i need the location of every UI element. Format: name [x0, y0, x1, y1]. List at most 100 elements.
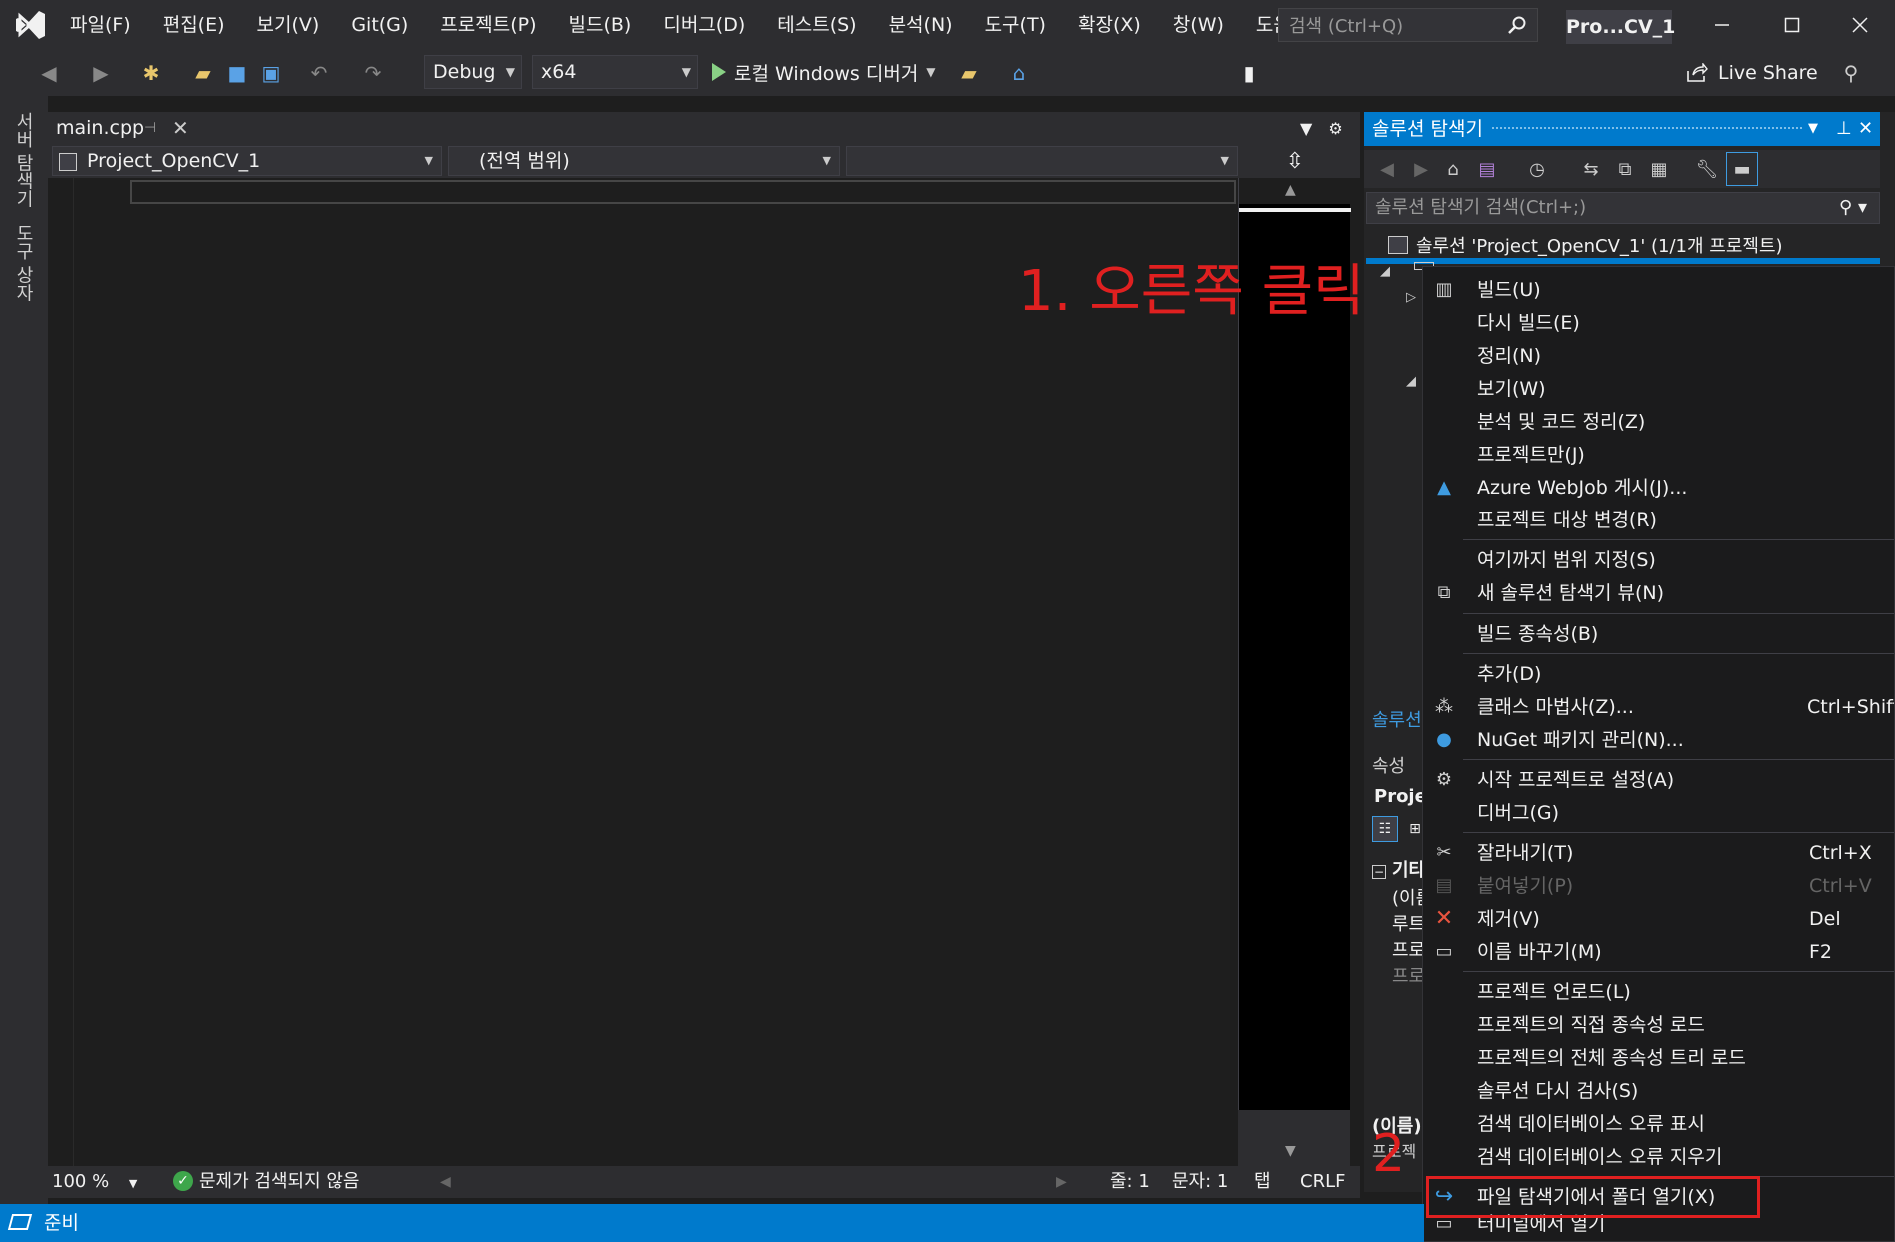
solution-explorer-search-input[interactable]: 솔루션 탐색기 검색(Ctrl+;) ⚲ ▾ [1366, 192, 1880, 224]
collapse-all-icon[interactable]: ⧉ [1612, 156, 1638, 182]
menu-extensions[interactable]: 확장(X) [1062, 0, 1157, 50]
menu-item-build-dependencies[interactable]: 빌드 종속성(B) [1423, 619, 1894, 649]
maximize-button[interactable] [1762, 0, 1822, 50]
menu-item-class-wizard[interactable]: ⁂ 클래스 마법사(Z)... Ctrl+Shift+ [1423, 692, 1894, 722]
menu-item-clear-db-errors[interactable]: 검색 데이터베이스 오류 지우기 [1423, 1142, 1894, 1172]
wrench-icon[interactable]: 🔧︎ [1694, 156, 1720, 182]
menu-view[interactable]: 보기(V) [241, 0, 336, 50]
scroll-down-icon[interactable]: ▼ [1285, 1143, 1296, 1159]
configuration-select[interactable]: Debug ▼ [424, 55, 522, 89]
minimize-button[interactable] [1692, 0, 1752, 50]
menu-tools[interactable]: 도구(T) [969, 0, 1062, 50]
menu-item-load-direct-deps[interactable]: 프로젝트의 직접 종속성 로드 [1423, 1010, 1894, 1040]
property-row[interactable]: 프로 [1392, 936, 1425, 962]
menu-item-project-only[interactable]: 프로젝트만(J) [1423, 440, 1894, 470]
scroll-up-icon[interactable]: ▲ [1285, 182, 1296, 198]
scroll-left-icon[interactable]: ◀ [440, 1166, 451, 1198]
menu-item-show-db-errors[interactable]: 검색 데이터베이스 오류 표시 [1423, 1109, 1894, 1139]
new-project-icon[interactable]: ✱ [138, 60, 164, 86]
menu-file[interactable]: 파일(F) [54, 0, 147, 50]
menu-item-new-explorer-view[interactable]: ⧉ 새 솔루션 탐색기 뷰(N) [1423, 578, 1894, 608]
scroll-right-icon[interactable]: ▶ [1056, 1166, 1067, 1198]
forward-icon[interactable]: ▶ [88, 60, 114, 86]
expand-arrow-icon[interactable]: ◢ [1406, 374, 1416, 389]
close-window-button[interactable] [1830, 0, 1890, 50]
menu-item-debug[interactable]: 디버그(G) [1423, 798, 1894, 828]
menu-item-nuget[interactable]: ● NuGet 패키지 관리(N)... [1423, 725, 1894, 755]
redo-icon[interactable]: ↷ [360, 60, 386, 86]
menu-item-unload-project[interactable]: 프로젝트 언로드(L) [1423, 977, 1894, 1007]
menu-item-remove[interactable]: ✕ 제거(V) Del [1423, 904, 1894, 934]
pin-icon[interactable]: ⊥ [1836, 112, 1852, 146]
pending-changes-icon[interactable]: ◷ [1524, 156, 1550, 182]
solution-explorer-tab[interactable]: 솔루션 [1372, 706, 1422, 732]
menu-item-rescan-solution[interactable]: 솔루션 다시 검사(S) [1423, 1076, 1894, 1106]
solution-node[interactable]: 솔루션 'Project_OpenCV_1' (1/1개 프로젝트) [1388, 232, 1783, 258]
bookmark-icon[interactable]: ▮ [1236, 60, 1262, 86]
home-icon[interactable]: ⌂ [1440, 156, 1466, 182]
menu-item-set-startup[interactable]: ⚙ 시작 프로젝트로 설정(A) [1423, 765, 1894, 795]
menu-build[interactable]: 빌드(B) [553, 0, 648, 50]
live-share-button[interactable]: Live Share [1686, 58, 1818, 88]
tab-dropdown-icon[interactable]: ▼ [1300, 119, 1312, 138]
solution-folder-icon[interactable]: ▰ [956, 60, 982, 86]
forward-icon[interactable]: ▶ [1408, 156, 1434, 182]
menu-item-rebuild[interactable]: 다시 빌드(E) [1423, 308, 1894, 338]
menu-item-scope-to-this[interactable]: 여기까지 범위 지정(S) [1423, 545, 1894, 575]
property-row[interactable]: 루트 [1392, 910, 1425, 936]
categorized-icon[interactable]: ☷ [1372, 816, 1398, 842]
window-position-icon[interactable]: ▼ [1808, 112, 1818, 146]
menu-item-retarget[interactable]: 프로젝트 대상 변경(R) [1423, 505, 1894, 535]
issues-status[interactable]: 문제가 검색되지 않음 [199, 1166, 359, 1198]
menu-item-analyze[interactable]: 분석 및 코드 정리(Z) [1423, 407, 1894, 437]
selected-project-node[interactable] [1366, 258, 1880, 264]
platform-select[interactable]: x64 ▼ [532, 55, 698, 89]
browser-icon[interactable]: ⌂ [1006, 60, 1032, 86]
save-all-icon[interactable]: ▣ [258, 60, 284, 86]
start-debugging-button[interactable]: 로컬 Windows 디버거 ▼ [712, 55, 936, 89]
show-all-files-icon[interactable]: ▦ [1646, 156, 1672, 182]
menu-item-add[interactable]: 추가(D) [1423, 659, 1894, 689]
menu-debug[interactable]: 디버그(D) [647, 0, 761, 50]
project-combo[interactable]: Project_OpenCV_1 ▼ [52, 146, 442, 176]
property-category[interactable]: − 기타 [1372, 856, 1425, 882]
column-indicator[interactable]: 문자: 1 [1172, 1166, 1228, 1198]
menu-item-cut[interactable]: ✂ 잘라내기(T) Ctrl+X [1423, 838, 1894, 868]
menu-test[interactable]: 테스트(S) [761, 0, 872, 50]
close-icon[interactable]: ✕ [1858, 112, 1873, 146]
menu-item-clean[interactable]: 정리(N) [1423, 341, 1894, 371]
scrollbar-thumb[interactable] [1239, 208, 1351, 212]
server-explorer-tab[interactable]: 서버 탐색기 [10, 112, 36, 208]
menu-window[interactable]: 창(W) [1157, 0, 1240, 50]
close-tab-icon[interactable]: ✕ [172, 112, 189, 144]
line-ending-indicator[interactable]: CRLF [1300, 1166, 1345, 1198]
back-icon[interactable]: ◀ [1374, 156, 1400, 182]
expand-arrow-icon[interactable]: ◢ [1380, 264, 1390, 279]
menu-item-build[interactable]: ▥ 빌드(U) [1423, 275, 1894, 305]
menu-project[interactable]: 프로젝트(P) [424, 0, 552, 50]
line-indicator[interactable]: 줄: 1 [1110, 1166, 1150, 1198]
menu-item-rename[interactable]: ▭ 이름 바꾸기(M) F2 [1423, 937, 1894, 967]
undo-icon[interactable]: ↶ [306, 60, 332, 86]
menu-item-load-dep-tree[interactable]: 프로젝트의 전체 종속성 트리 로드 [1423, 1043, 1894, 1073]
toolbox-tab[interactable]: 도구 상자 [10, 224, 36, 302]
menu-analyze[interactable]: 분석(N) [873, 0, 969, 50]
collapsed-arrow-icon[interactable]: ▷ [1406, 290, 1416, 305]
search-input[interactable]: 검색 (Ctrl+Q) [1278, 8, 1538, 42]
indent-indicator[interactable]: 탭 [1254, 1166, 1271, 1198]
sync-icon[interactable]: ⇆ [1578, 156, 1604, 182]
member-combo[interactable]: ▼ [846, 146, 1238, 176]
visual-studio-logo-icon[interactable] [14, 8, 48, 42]
gear-icon[interactable]: ⚙ [1328, 119, 1342, 138]
scope-combo[interactable]: (전역 범위) ▼ [448, 146, 840, 176]
menu-item-azure-webjob[interactable]: ▲ Azure WebJob 게시(J)... [1423, 473, 1894, 503]
menu-git[interactable]: Git(G) [335, 0, 424, 50]
zoom-level[interactable]: 100 % ▼ [52, 1166, 137, 1198]
open-folder-icon[interactable]: ▰ [190, 60, 216, 86]
pin-icon[interactable]: ⊣ [144, 112, 156, 144]
preview-icon[interactable]: ▬ [1726, 152, 1758, 186]
feedback-icon[interactable]: ⚲ [1838, 60, 1864, 86]
document-tab[interactable]: main.cpp ⊣ ✕ [48, 112, 198, 144]
save-icon[interactable]: ■ [224, 60, 250, 86]
menu-edit[interactable]: 편집(E) [147, 0, 241, 50]
